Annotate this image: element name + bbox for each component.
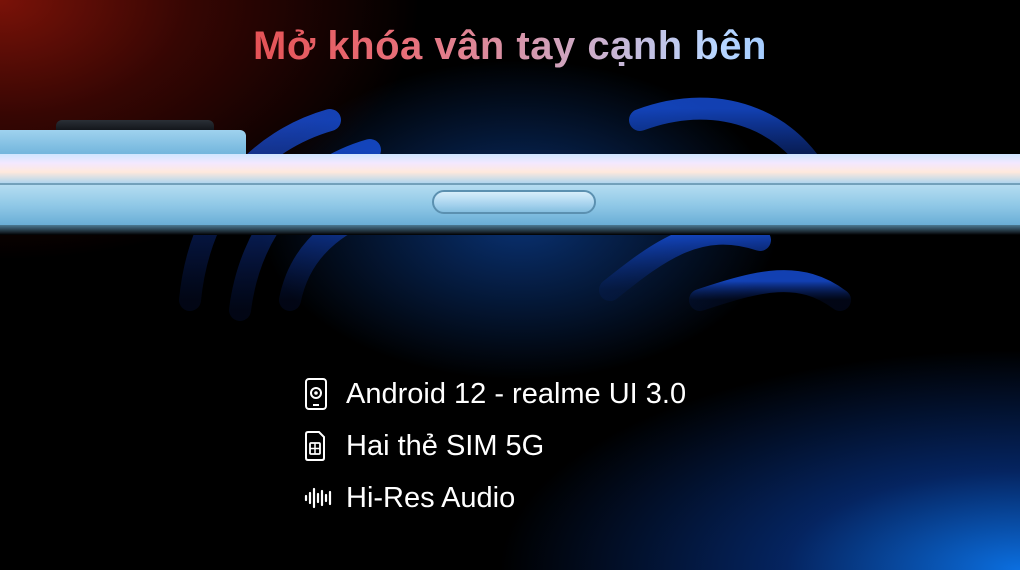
sim-card-icon (304, 428, 340, 464)
feature-label: Android 12 - realme UI 3.0 (346, 377, 687, 410)
camera-bump (0, 130, 246, 156)
feature-label: Hi-Res Audio (346, 481, 516, 514)
feature-item: Hi-Res Audio (304, 472, 686, 524)
feature-label: Hai thẻ SIM 5G (346, 429, 545, 462)
audio-waveform-icon (304, 480, 340, 516)
phone-settings-icon (304, 376, 340, 412)
phone-screen-edge (0, 225, 1020, 235)
phone-back-edge (0, 154, 1020, 184)
feature-item: Hai thẻ SIM 5G (304, 420, 686, 472)
feature-list: Android 12 - realme UI 3.0 Hai thẻ SIM 5… (304, 368, 686, 524)
feature-item: Android 12 - realme UI 3.0 (304, 368, 686, 420)
fingerprint-side-button (432, 190, 596, 214)
headline: Mở khóa vân tay cạnh bên (0, 24, 1020, 69)
frame-groove (0, 183, 1020, 185)
